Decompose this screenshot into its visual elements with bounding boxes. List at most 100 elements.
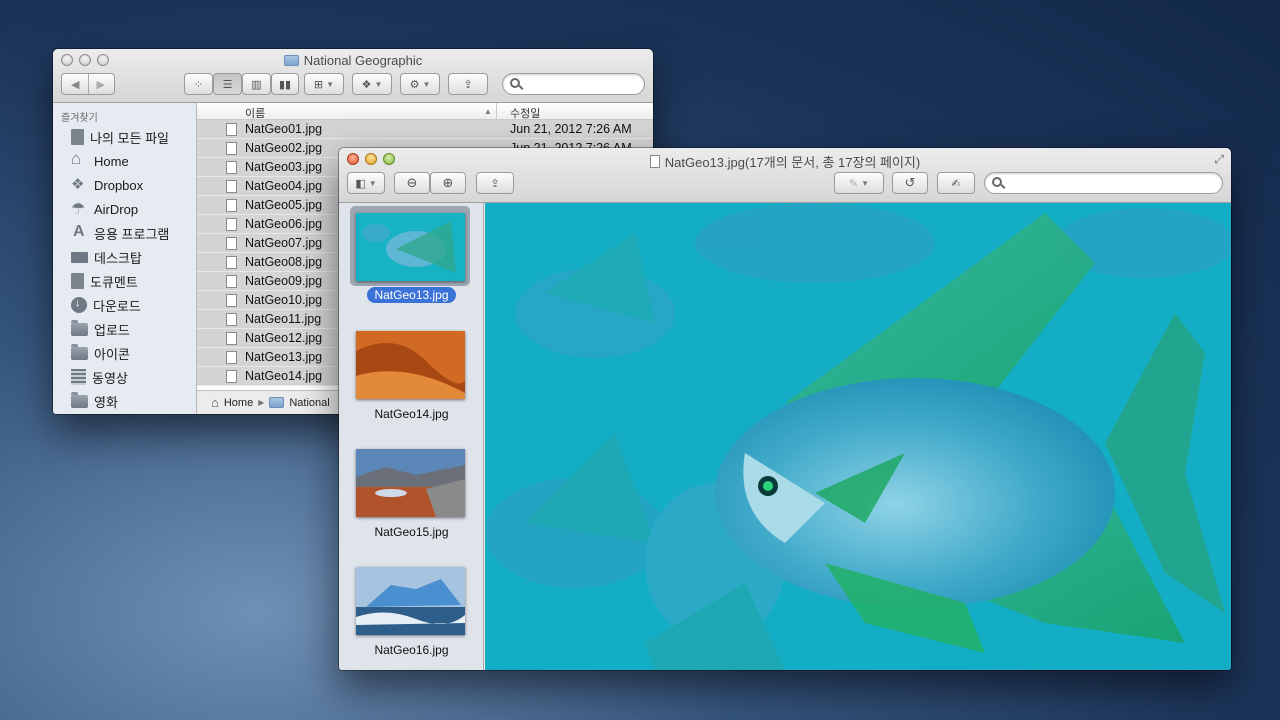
- preview-title: NatGeo13.jpg(17개의 문서, 총 17장의 페이지): [339, 152, 1231, 171]
- share-button[interactable]: ⇪: [476, 172, 514, 194]
- finder-title-text: National Geographic: [303, 53, 423, 68]
- zoom-out-button[interactable]: ⊖: [394, 172, 430, 194]
- finder-title: National Geographic: [53, 53, 653, 68]
- thumbnail-label-natgeo13[interactable]: NatGeo13.jpg: [339, 287, 484, 303]
- preview-search-field[interactable]: [984, 172, 1223, 194]
- list-view-button[interactable]: ☰: [213, 73, 242, 95]
- sidebar-heading: 즐겨찾기: [61, 113, 98, 124]
- thumbnail-label-natgeo16[interactable]: NatGeo16.jpg: [339, 643, 484, 657]
- autumn-lake-thumbnail-image: [356, 449, 465, 517]
- file-row[interactable]: NatGeo01.jpg Jun 21, 2012 7:26 AM: [197, 120, 653, 139]
- gear-icon: ⚙: [409, 78, 420, 91]
- file-name: NatGeo14.jpg: [245, 369, 323, 383]
- sidebar-item-uploads[interactable]: 업로드: [53, 317, 196, 341]
- file-name: NatGeo01.jpg: [245, 122, 323, 136]
- thumbnail-natgeo15[interactable]: [356, 449, 465, 517]
- preview-titlebar: NatGeo13.jpg(17개의 문서, 총 17장의 페이지) ⤢ ◧ ▼ ⊖…: [339, 148, 1231, 203]
- all-files-icon: [71, 129, 84, 145]
- finder-search-field[interactable]: [502, 73, 645, 95]
- zoom-in-icon: ⊕: [442, 175, 454, 190]
- sidebar-item-dropbox[interactable]: Dropbox: [53, 173, 196, 197]
- desert-thumbnail-image: [356, 331, 465, 399]
- fullscreen-icon[interactable]: ⤢: [1214, 152, 1224, 167]
- back-icon[interactable]: ◀: [71, 78, 79, 91]
- image-file-icon: [226, 275, 237, 288]
- column-view-button[interactable]: ▥: [242, 73, 271, 95]
- share-button[interactable]: ⇪: [448, 73, 488, 95]
- thumbnail-label-natgeo14[interactable]: NatGeo14.jpg: [339, 407, 484, 421]
- dropbox-menu-button[interactable]: ❖ ▼: [352, 73, 392, 95]
- highlight-button[interactable]: ✎ ▼: [834, 172, 884, 194]
- sidebar-item-home[interactable]: Home: [53, 149, 196, 173]
- sidebar-item-applications[interactable]: 응용 프로그램: [53, 221, 196, 245]
- search-icon: [510, 78, 520, 88]
- thumbnail-natgeo14[interactable]: [356, 331, 465, 399]
- fish-thumbnail-image: [356, 213, 465, 281]
- file-name: NatGeo10.jpg: [245, 293, 323, 307]
- forward-icon[interactable]: ▶: [97, 78, 105, 91]
- path-item-home[interactable]: Home: [224, 397, 253, 409]
- file-name: NatGeo09.jpg: [245, 274, 323, 288]
- rotate-icon: ↺: [904, 175, 916, 190]
- thumbnail-natgeo13[interactable]: [356, 213, 465, 281]
- column-header-date[interactable]: 수정일: [510, 105, 540, 121]
- file-date: Jun 21, 2012 7:26 AM: [510, 122, 632, 136]
- back-forward-control[interactable]: ◀ ▶: [61, 73, 115, 95]
- path-item-folder[interactable]: National: [289, 397, 329, 409]
- zoom-out-icon: ⊖: [406, 175, 418, 190]
- thumbnail-sidebar: NatGeo13.jpg NatGeo14.jpg NatGeo15.jpg N…: [339, 203, 484, 670]
- file-name: NatGeo04.jpg: [245, 179, 323, 193]
- image-viewer[interactable]: [485, 203, 1231, 670]
- icon-view-icon: ⁘: [193, 78, 204, 91]
- image-file-icon: [226, 123, 237, 136]
- file-name: NatGeo07.jpg: [245, 236, 323, 250]
- sidebar-item-icons[interactable]: 아이콘: [53, 341, 196, 365]
- icon-view-button[interactable]: ⁘: [184, 73, 213, 95]
- image-file-icon: [226, 313, 237, 326]
- edit-toolbar-button[interactable]: ✍: [937, 172, 975, 194]
- file-name: NatGeo08.jpg: [245, 255, 323, 269]
- image-file-icon: [226, 218, 237, 231]
- path-separator-icon: ▶: [258, 398, 265, 407]
- image-file-icon: [226, 370, 237, 383]
- rotate-button[interactable]: ↺: [892, 172, 928, 194]
- image-file-icon: [226, 199, 237, 212]
- thumbnail-label-natgeo15[interactable]: NatGeo15.jpg: [339, 525, 484, 539]
- cover-flow-button[interactable]: ▮▮: [271, 73, 299, 95]
- sidebar-view-icon: ◧: [355, 177, 366, 190]
- image-file-icon: [226, 142, 237, 155]
- finder-sidebar: 즐겨찾기 나의 모든 파일 Home Dropbox AirDrop 응용 프로…: [53, 103, 197, 414]
- sidebar-item-downloads[interactable]: 다운로드: [53, 293, 196, 317]
- view-menu-button[interactable]: ◧ ▼: [347, 172, 385, 194]
- file-name: NatGeo06.jpg: [245, 217, 323, 231]
- folder-icon: [269, 397, 285, 408]
- action-button[interactable]: ⚙ ▼: [400, 73, 440, 95]
- dropbox-icon: [71, 175, 88, 193]
- file-name: NatGeo12.jpg: [245, 331, 323, 345]
- file-name: NatGeo05.jpg: [245, 198, 323, 212]
- arrange-button[interactable]: ⊞ ▼: [304, 73, 344, 95]
- iceberg-thumbnail-image: [356, 567, 465, 635]
- zoom-in-button[interactable]: ⊕: [430, 172, 466, 194]
- batfish-main-image: [485, 203, 1231, 670]
- list-view-icon: ☰: [222, 78, 233, 91]
- sidebar-item-all-files[interactable]: 나의 모든 파일: [53, 125, 196, 149]
- folder-icon: [283, 55, 299, 66]
- dropbox-icon: ❖: [361, 78, 372, 91]
- sidebar-item-videos[interactable]: 동영상: [53, 365, 196, 389]
- thumbnail-natgeo16[interactable]: [356, 567, 465, 635]
- column-header-name[interactable]: 이름: [245, 105, 265, 121]
- share-icon: ⇪: [463, 78, 473, 91]
- folder-icon: [71, 319, 88, 336]
- sidebar-item-documents[interactable]: 도큐멘트: [53, 269, 196, 293]
- column-view-icon: ▥: [251, 78, 262, 91]
- markup-icon: ✍: [951, 177, 961, 190]
- image-file-icon: [226, 180, 237, 193]
- sidebar-item-airdrop[interactable]: AirDrop: [53, 197, 196, 221]
- arrange-icon: ⊞: [313, 78, 324, 91]
- sidebar-item-desktop[interactable]: 데스크탑: [53, 245, 196, 269]
- desktop-icon: [71, 251, 88, 263]
- sidebar-item-movies[interactable]: 영화: [53, 389, 196, 413]
- pen-icon: ✎: [848, 177, 859, 190]
- search-icon: [992, 177, 1002, 187]
